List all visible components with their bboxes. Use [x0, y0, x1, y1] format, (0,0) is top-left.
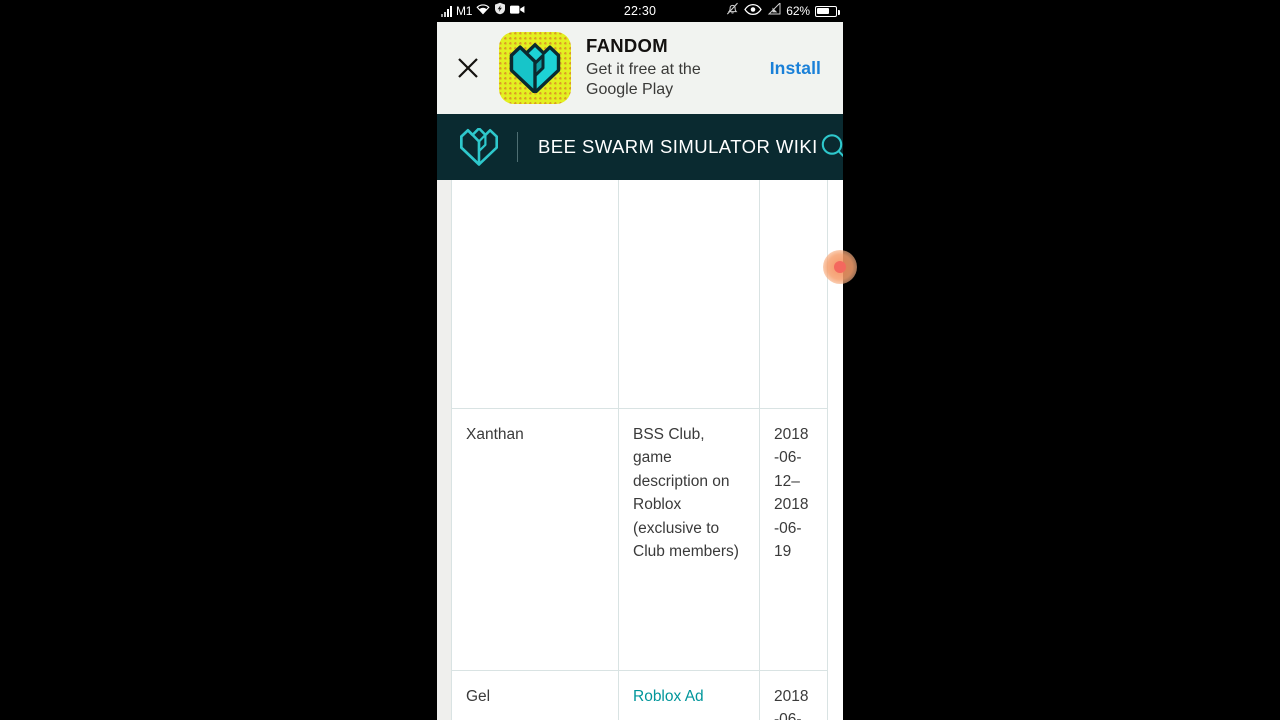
cell-dates: 2018-06- — [759, 669, 828, 720]
search-button[interactable] — [818, 131, 843, 163]
cell-dates — [759, 180, 828, 409]
wiki-table: Xanthan BSS Club, game description on Ro… — [451, 180, 828, 720]
phone-viewport: 22:30 M1 62% FANDOM Get it free at the G… — [437, 0, 843, 720]
status-bar-right: 62% — [726, 0, 840, 22]
cell-source: Roblox Ad — [618, 669, 760, 720]
search-icon — [821, 134, 843, 158]
cell-name — [451, 180, 619, 409]
status-battery-percent: 62% — [786, 4, 810, 18]
table-row: Xanthan BSS Club, game description on Ro… — [451, 407, 828, 671]
status-bar-left: M1 — [441, 0, 525, 22]
cell-source — [618, 180, 760, 409]
status-time: 22:30 — [623, 4, 657, 18]
cell-dates: 2018-06-12–2018-06-19 — [759, 407, 828, 671]
bell-muted-icon — [726, 2, 739, 20]
touch-point — [823, 250, 857, 284]
fandom-heart-icon[interactable] — [437, 128, 499, 166]
navbar-divider — [517, 132, 518, 162]
banner-app-title: FANDOM — [586, 35, 668, 57]
signal-bars-icon — [441, 5, 452, 17]
cell-source: BSS Club, game description on Roblox (ex… — [618, 407, 760, 671]
page-left-gutter — [437, 180, 451, 720]
banner-text-block: FANDOM Get it free at the Google Play — [571, 35, 770, 100]
battery-icon — [815, 5, 840, 17]
wiki-link[interactable]: Roblox Ad — [633, 688, 704, 705]
cell-name: Gel — [451, 669, 619, 720]
cast-icon — [767, 1, 781, 20]
wiki-title: BEE SWARM SIMULATOR WIKI — [538, 136, 818, 157]
eye-icon — [744, 2, 762, 20]
table-scroll-container[interactable]: Xanthan BSS Club, game description on Ro… — [451, 180, 843, 720]
page-content[interactable]: Xanthan BSS Club, game description on Ro… — [437, 180, 843, 720]
fandom-logo-icon — [499, 32, 571, 104]
close-banner-button[interactable] — [437, 22, 499, 114]
app-install-banner: FANDOM Get it free at the Google Play In… — [437, 22, 843, 114]
wifi-icon — [476, 2, 490, 20]
status-bar: 22:30 M1 62% — [437, 0, 843, 22]
banner-app-subtitle: Get it free at the Google Play — [586, 60, 701, 98]
video-camera-icon — [510, 2, 525, 20]
shield-icon — [494, 2, 506, 20]
install-button[interactable]: Install — [770, 58, 843, 79]
table-row: Gel Roblox Ad 2018-06- — [451, 669, 828, 720]
screen-root: 22:30 M1 62% FANDOM Get it free at the G… — [0, 0, 1280, 720]
close-icon — [458, 58, 478, 78]
cell-name: Xanthan — [451, 407, 619, 671]
wiki-navbar: BEE SWARM SIMULATOR WIKI — [437, 114, 843, 180]
status-carrier: M1 — [456, 4, 473, 18]
table-row — [451, 180, 828, 409]
